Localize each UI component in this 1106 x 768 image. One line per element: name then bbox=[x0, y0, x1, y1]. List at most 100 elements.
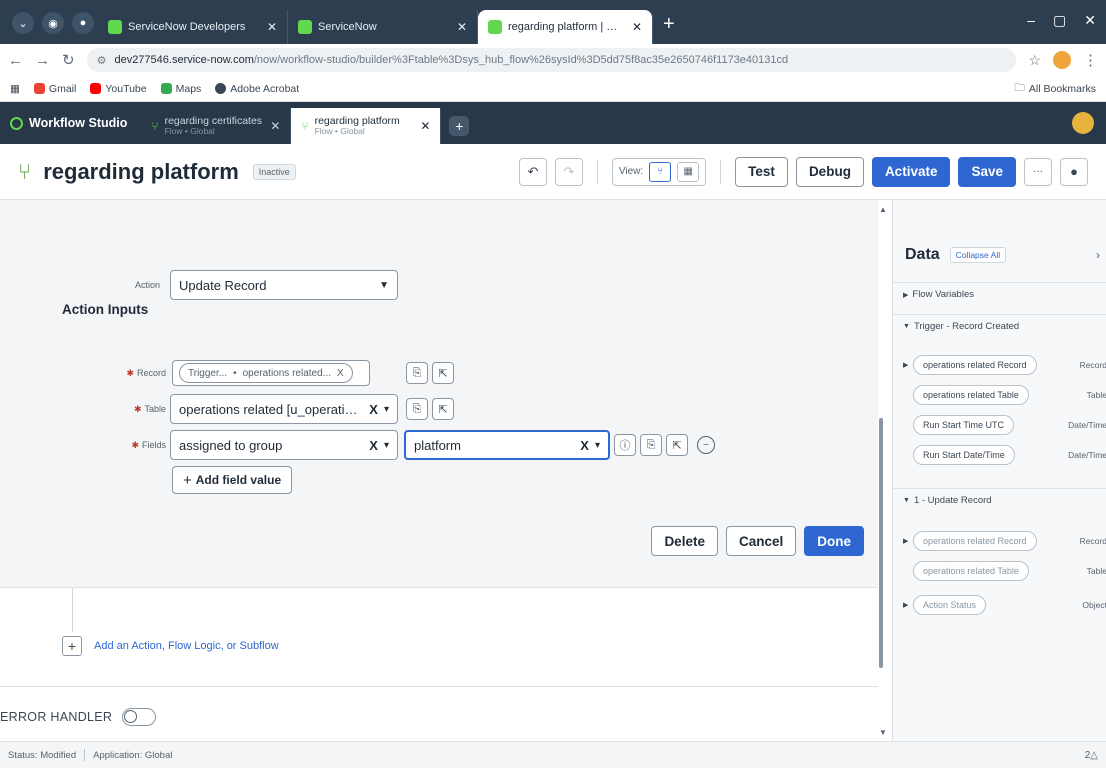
bookmark-star-icon[interactable]: ☆ bbox=[1028, 52, 1041, 69]
close-tab-icon[interactable]: ✕ bbox=[632, 20, 642, 34]
add-action-row[interactable]: + Add an Action, Flow Logic, or Subflow bbox=[62, 636, 279, 656]
add-step-icon[interactable]: + bbox=[62, 636, 82, 656]
activate-button[interactable]: Activate bbox=[871, 156, 951, 187]
field-info-icon[interactable]: ⓘ bbox=[614, 434, 636, 456]
data-item[interactable]: ▶ operations related Record Record bbox=[903, 530, 1106, 552]
data-pill[interactable]: operations related Table bbox=[913, 561, 1029, 581]
bookmark-maps[interactable]: Maps bbox=[160, 83, 201, 95]
add-studio-tab-button[interactable]: + bbox=[449, 116, 470, 136]
field-value-input[interactable]: platform X ▾ bbox=[404, 430, 610, 460]
record-script-icon[interactable]: ⎘ bbox=[406, 362, 428, 384]
browser-tab[interactable]: ServiceNow ✕ bbox=[288, 10, 478, 44]
close-tab-icon[interactable]: ✕ bbox=[457, 20, 467, 34]
data-section-trigger[interactable]: ▼ Trigger - Record Created bbox=[893, 314, 1106, 338]
new-tab-button[interactable]: + bbox=[663, 13, 675, 36]
studio-tab-regarding-certificates[interactable]: ⑂ regarding certificates Flow • Global ✕ bbox=[141, 108, 292, 144]
workflow-studio-brand[interactable]: Workflow Studio bbox=[10, 102, 127, 144]
record-data-pill[interactable]: Trigger... • operations related... X bbox=[179, 363, 353, 383]
data-pill[interactable]: operations related Record bbox=[913, 355, 1037, 375]
remove-field-icon[interactable]: − bbox=[697, 436, 715, 454]
caret-right-icon[interactable]: ▶ bbox=[903, 537, 913, 545]
reload-icon[interactable]: ↻ bbox=[62, 51, 75, 69]
table-select[interactable]: operations related [u_operations... X ▾ bbox=[170, 394, 398, 424]
required-indicator: ✱ bbox=[133, 404, 142, 414]
data-item[interactable]: operations related Table Table bbox=[903, 560, 1106, 582]
table-script-icon[interactable]: ⎘ bbox=[406, 398, 428, 420]
data-pill[interactable]: operations related Record bbox=[913, 531, 1037, 551]
forward-arrow-icon[interactable]: → bbox=[35, 52, 50, 69]
add-action-link[interactable]: Add an Action, Flow Logic, or Subflow bbox=[94, 640, 279, 652]
help-button[interactable]: ● bbox=[1060, 157, 1088, 186]
record-data-picker-icon[interactable]: ⇱ bbox=[432, 362, 454, 384]
site-info-icon[interactable]: ⚙ bbox=[97, 54, 107, 67]
action-select[interactable]: Update Record ▼ bbox=[170, 270, 398, 300]
url-field[interactable]: ⚙ dev277546.service-now.com /now/workflo… bbox=[86, 48, 1017, 72]
field-data-picker-icon[interactable]: ⇱ bbox=[666, 434, 688, 456]
extension-icon[interactable] bbox=[1053, 51, 1071, 69]
data-type: Date/Time bbox=[1068, 420, 1106, 430]
record-pill-field[interactable]: Trigger... • operations related... X bbox=[172, 360, 370, 386]
cancel-button[interactable]: Cancel bbox=[725, 526, 797, 556]
data-item[interactable]: operations related Table Table bbox=[903, 384, 1106, 406]
data-pill[interactable]: operations related Table bbox=[913, 385, 1029, 405]
view-grid-option[interactable]: ▦ bbox=[677, 161, 700, 182]
view-vertical-option[interactable]: ⑂ bbox=[649, 161, 672, 182]
done-button[interactable]: Done bbox=[804, 526, 864, 556]
chevron-right-icon[interactable]: › bbox=[1096, 248, 1100, 262]
delete-button[interactable]: Delete bbox=[651, 526, 718, 556]
data-pill[interactable]: Run Start Date/Time bbox=[913, 445, 1015, 465]
add-field-value-button[interactable]: + Add field value bbox=[172, 466, 293, 494]
tab-search-icon[interactable]: ⌄ bbox=[12, 12, 34, 34]
data-section-flow-variables[interactable]: ▶ Flow Variables bbox=[893, 282, 1106, 306]
debug-button[interactable]: Debug bbox=[795, 156, 864, 187]
bookmark-youtube[interactable]: YouTube bbox=[90, 83, 147, 95]
user-avatar[interactable] bbox=[1072, 112, 1094, 134]
back-arrow-icon[interactable]: ← bbox=[8, 52, 23, 69]
maximize-icon[interactable]: ▢ bbox=[1053, 12, 1066, 29]
test-button[interactable]: Test bbox=[735, 156, 788, 187]
data-pill[interactable]: Run Start Time UTC bbox=[913, 415, 1015, 435]
close-studio-tab-icon[interactable]: ✕ bbox=[420, 119, 430, 133]
bookmark-gmail[interactable]: Gmail bbox=[33, 83, 76, 95]
notifications-indicator[interactable]: 2△ bbox=[1085, 750, 1098, 761]
studio-tab-regarding-platform[interactable]: ⑂ regarding platform Flow • Global ✕ bbox=[291, 108, 442, 144]
save-button[interactable]: Save bbox=[958, 156, 1016, 187]
caret-right-icon[interactable]: ▶ bbox=[903, 601, 913, 609]
clear-icon[interactable]: X bbox=[369, 438, 378, 453]
all-bookmarks[interactable]: 🗀 All Bookmarks bbox=[1014, 80, 1096, 98]
browser-menu-icon[interactable]: ⋮ bbox=[1083, 51, 1098, 69]
field-name-select[interactable]: assigned to group X ▾ bbox=[170, 430, 398, 460]
scroll-down-arrow-icon[interactable]: ▼ bbox=[879, 728, 887, 737]
redo-button[interactable]: ↷ bbox=[554, 157, 583, 186]
data-item[interactable]: Run Start Time UTC Date/Time bbox=[903, 414, 1106, 436]
close-window-icon[interactable]: ✕ bbox=[1084, 12, 1096, 29]
data-item[interactable]: ▶ Action Status Object bbox=[903, 594, 1106, 616]
header-toolbar: ↶ ↷ View: ⑂ ▦ Test Debug Activate Save ·… bbox=[518, 156, 1088, 187]
minimize-icon[interactable]: – bbox=[1027, 12, 1035, 29]
data-item[interactable]: ▶ operations related Record Record bbox=[903, 354, 1106, 376]
scrollbar-thumb[interactable] bbox=[879, 418, 883, 668]
bookmark-adobe-acrobat[interactable]: Adobe Acrobat bbox=[215, 83, 299, 95]
browser-tab[interactable]: ServiceNow Developers ✕ bbox=[98, 10, 288, 44]
pinned-tab-icon[interactable]: ● bbox=[72, 12, 94, 34]
close-tab-icon[interactable]: ✕ bbox=[267, 20, 277, 34]
undo-button[interactable]: ↶ bbox=[518, 157, 547, 186]
data-pill[interactable]: Action Status bbox=[913, 595, 987, 615]
chrome-profile-icon[interactable]: ◉ bbox=[42, 12, 64, 34]
apps-grid-icon[interactable]: ▦ bbox=[10, 83, 20, 95]
field-script-icon[interactable]: ⎘ bbox=[640, 434, 662, 456]
clear-icon[interactable]: X bbox=[369, 402, 378, 417]
error-handler-toggle[interactable] bbox=[122, 708, 157, 726]
caret-right-icon[interactable]: ▶ bbox=[903, 361, 913, 369]
table-data-picker-icon[interactable]: ⇱ bbox=[432, 398, 454, 420]
scroll-up-arrow-icon[interactable]: ▲ bbox=[879, 205, 887, 214]
remove-pill-icon[interactable]: X bbox=[337, 368, 344, 379]
close-studio-tab-icon[interactable]: ✕ bbox=[270, 119, 280, 133]
data-section-update-record[interactable]: ▼ 1 - Update Record bbox=[893, 488, 1106, 512]
clear-icon[interactable]: X bbox=[580, 438, 589, 453]
section-divider bbox=[0, 686, 878, 687]
browser-tab-active[interactable]: regarding platform | Workflow ✕ bbox=[478, 10, 653, 44]
data-item[interactable]: Run Start Date/Time Date/Time bbox=[903, 444, 1106, 466]
more-options-button[interactable]: ··· bbox=[1024, 157, 1052, 186]
collapse-all-button[interactable]: Collapse All bbox=[949, 247, 1007, 263]
